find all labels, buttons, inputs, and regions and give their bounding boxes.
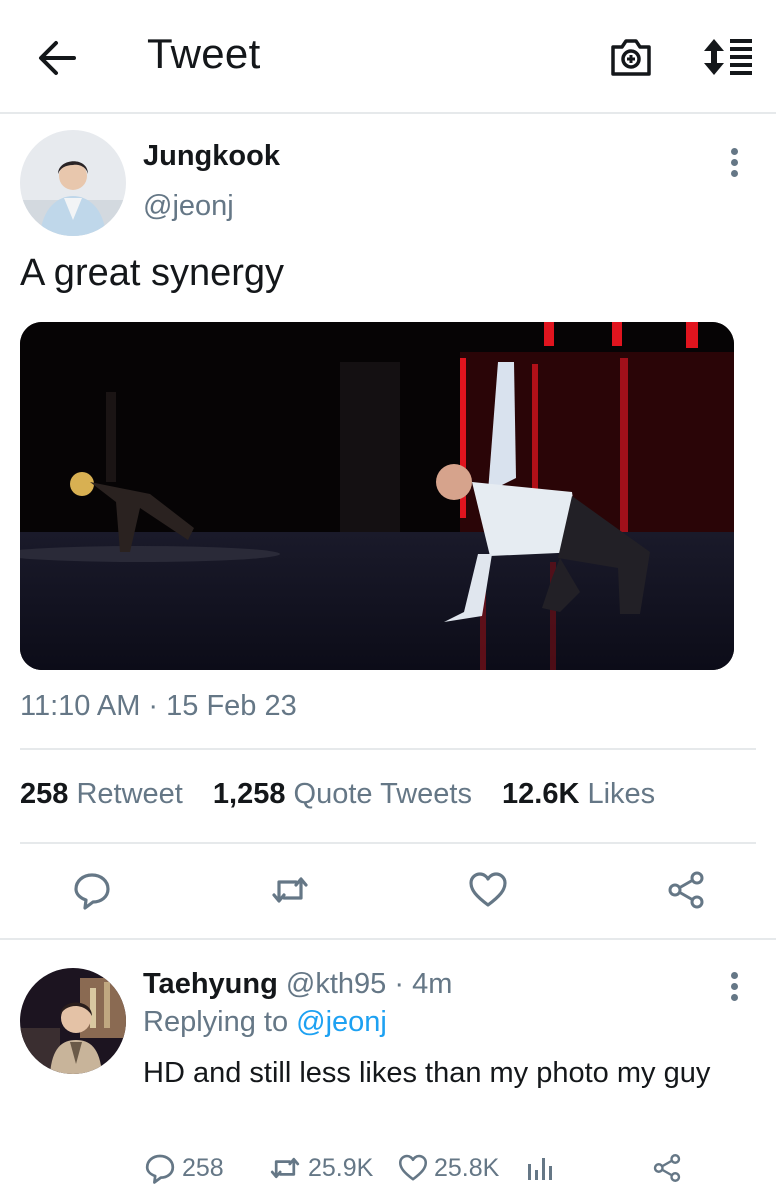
- retweet-icon: [270, 1157, 300, 1179]
- share-icon: [668, 871, 704, 909]
- share-button[interactable]: [666, 870, 706, 910]
- reply-icon: [145, 1154, 175, 1184]
- more-vertical-icon: [726, 148, 742, 177]
- replying-to: Replying to @jeonj: [143, 1006, 387, 1039]
- sort-button[interactable]: [702, 37, 754, 77]
- like-button[interactable]: [468, 870, 508, 910]
- reply-share-button[interactable]: [652, 1148, 688, 1188]
- sort-lines-icon: [704, 39, 752, 75]
- divider: [20, 842, 756, 844]
- dance-stage-photo: [20, 322, 734, 670]
- like-count: 25.8K: [434, 1153, 500, 1182]
- author-avatar[interactable]: [20, 130, 126, 236]
- reply-author-avatar[interactable]: [20, 968, 126, 1074]
- thread-separator: [0, 938, 776, 940]
- author-name[interactable]: Jungkook: [143, 140, 280, 173]
- reply-author-name[interactable]: Taehyung: [143, 968, 278, 1000]
- reply-header: Taehyung @kth95 · 4m: [143, 968, 452, 1001]
- like-count[interactable]: 12.6K Likes: [502, 778, 677, 810]
- tweet-timestamp: 11:10 AM · 15 Feb 23: [20, 690, 297, 722]
- reply-count: 258: [182, 1153, 224, 1182]
- tweet-media-image[interactable]: [20, 322, 734, 670]
- retweet-count: 25.9K: [308, 1153, 374, 1182]
- reply-icon: [74, 873, 110, 910]
- retweet-icon: [272, 877, 308, 903]
- back-button[interactable]: [36, 38, 78, 78]
- avatar-photo: [20, 130, 126, 236]
- reply-retweet-button[interactable]: 25.9K: [268, 1148, 373, 1188]
- replying-mention-link[interactable]: @jeonj: [296, 1006, 387, 1038]
- avatar-photo: [20, 968, 126, 1074]
- reply-time: 4m: [412, 968, 453, 1000]
- reply-author-handle[interactable]: @kth95: [286, 968, 386, 1000]
- reply-button[interactable]: [72, 870, 112, 910]
- divider: [20, 748, 756, 750]
- separator-dot: ·: [394, 968, 404, 1000]
- arrow-left-icon: [39, 41, 76, 75]
- like-icon: [398, 1154, 428, 1181]
- like-icon: [469, 872, 507, 907]
- reply-analytics-button[interactable]: [526, 1148, 560, 1188]
- reply-action-bar: 258 25.9K 25.8K: [0, 1148, 776, 1188]
- retweet-count[interactable]: 258 Retweet: [20, 778, 205, 810]
- reply-reply-button[interactable]: 258: [144, 1148, 224, 1188]
- reply-more-options-button[interactable]: [726, 972, 742, 1008]
- page-title: Tweet: [147, 30, 261, 77]
- analytics-bars-icon: [528, 1158, 552, 1180]
- reply-text: HD and still less likes than my photo my…: [143, 1057, 711, 1089]
- camera-plus-icon: [611, 39, 651, 76]
- tweet-stats: 258 Retweet 1,258 Quote Tweets 12.6K Lik…: [20, 778, 677, 811]
- retweet-button[interactable]: [270, 870, 310, 910]
- top-app-bar: Tweet: [0, 0, 776, 114]
- quote-count[interactable]: 1,258 Quote Tweets: [213, 778, 494, 810]
- tweet-text: A great synergy: [20, 252, 285, 294]
- author-handle[interactable]: @jeonj: [143, 190, 234, 223]
- more-options-button[interactable]: [726, 148, 742, 184]
- more-vertical-icon: [726, 972, 742, 1001]
- camera-button[interactable]: [608, 36, 654, 78]
- reply-like-button[interactable]: 25.8K: [398, 1148, 499, 1188]
- share-icon: [653, 1154, 681, 1182]
- replying-prefix: Replying to: [143, 1006, 289, 1038]
